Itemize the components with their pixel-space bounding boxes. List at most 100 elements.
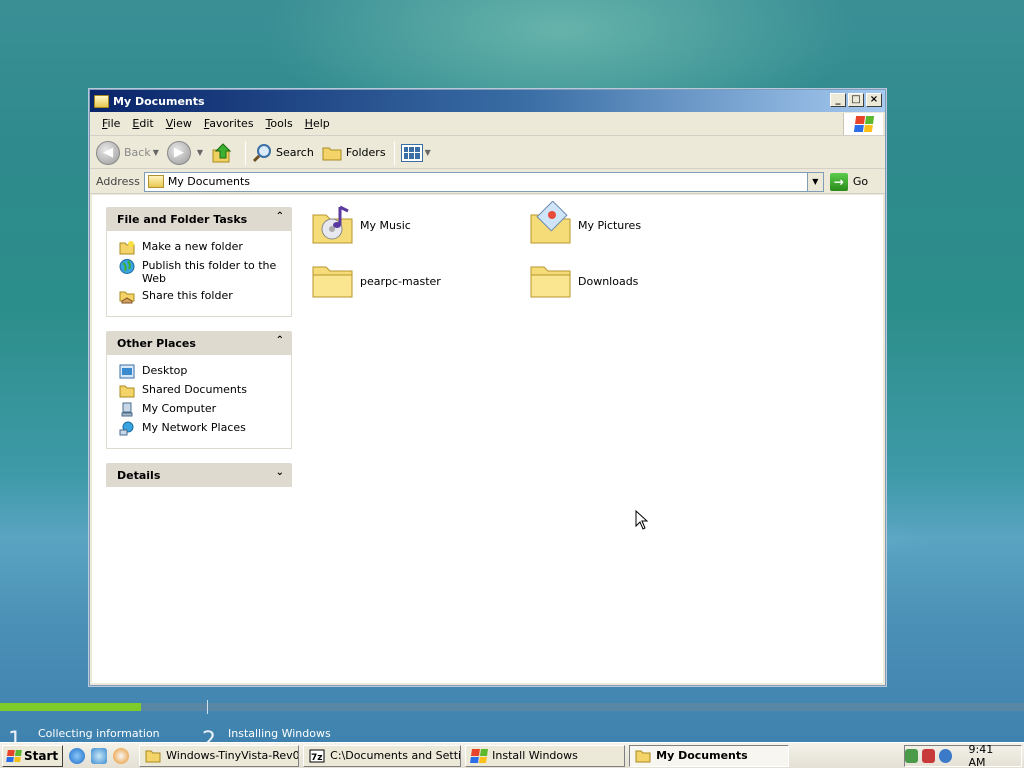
forward-arrow-icon: ▶: [166, 140, 191, 165]
7zip-icon: 7z: [309, 749, 325, 763]
menu-view[interactable]: View: [160, 117, 198, 130]
menu-favorites[interactable]: Favorites: [198, 117, 260, 130]
svg-text:7z: 7z: [311, 753, 323, 763]
close-button[interactable]: ×: [866, 93, 882, 107]
file-label: Downloads: [578, 274, 639, 288]
forward-dropdown-icon[interactable]: ▼: [197, 148, 203, 157]
file-folder-tasks-header[interactable]: File and Folder Tasks ⌃: [106, 207, 292, 231]
folders-icon: [322, 147, 342, 160]
system-tray: 9:41 AM: [904, 743, 1022, 768]
file-downloads[interactable]: Downloads: [528, 257, 638, 305]
file-my-pictures[interactable]: My Pictures: [528, 201, 641, 249]
file-label: My Pictures: [578, 218, 642, 232]
place-my-network-places[interactable]: My Network Places: [119, 421, 285, 436]
file-label: My Music: [360, 218, 411, 232]
minimize-button[interactable]: _: [830, 93, 846, 107]
pictures-folder-icon: [530, 201, 571, 244]
taskbar-button-tinyvista[interactable]: Windows-TinyVista-Rev0...: [139, 744, 300, 767]
place-label: My Network Places: [142, 421, 246, 434]
place-label: Shared Documents: [142, 383, 247, 396]
security-shield-icon[interactable]: [922, 749, 936, 763]
panel-title: Details: [117, 468, 161, 482]
internet-explorer-icon[interactable]: [69, 747, 86, 764]
taskbar-button-label: Windows-TinyVista-Rev0...: [166, 749, 300, 762]
taskbar-button-my-documents[interactable]: My Documents: [629, 744, 790, 767]
toolbar-separator: [393, 140, 395, 165]
menu-bar: File Edit View Favorites Tools Help: [90, 112, 885, 136]
expand-chevron-icon[interactable]: ⌄: [276, 467, 284, 478]
folder-icon: [119, 385, 135, 398]
search-icon: [252, 143, 272, 162]
computer-icon: [121, 402, 133, 417]
folder-content: File and Folder Tasks ⌃ Make a new folde…: [92, 195, 883, 683]
folders-label: Folders: [345, 146, 386, 159]
media-player-icon[interactable]: [113, 747, 130, 764]
views-icon: [400, 143, 423, 162]
collapse-chevron-icon[interactable]: ⌃: [276, 211, 284, 222]
views-dropdown-icon[interactable]: ▼: [425, 148, 431, 157]
standard-toolbar: ◀ Back ▼ ▶ ▼ Search Folders ▼: [90, 137, 885, 169]
window-controls: _ □ ×: [830, 93, 882, 107]
clock: 9:41 AM: [968, 743, 994, 768]
task-share-folder[interactable]: Share this folder: [119, 289, 285, 304]
menu-tools[interactable]: Tools: [260, 117, 299, 130]
globe-tray-icon[interactable]: [939, 749, 953, 763]
folder-icon: [147, 175, 164, 188]
network-tray-icon[interactable]: [905, 749, 919, 763]
back-label: Back: [124, 146, 151, 159]
place-my-computer[interactable]: My Computer: [119, 402, 285, 417]
panel-title: File and Folder Tasks: [117, 212, 248, 226]
show-desktop-icon[interactable]: [91, 747, 108, 764]
folder-icon: [94, 94, 109, 108]
toolbar-separator: [245, 140, 247, 165]
back-arrow-icon: ◀: [96, 140, 120, 165]
step-2-text: Installing Windows: [228, 727, 331, 740]
file-my-music[interactable]: My Music: [310, 201, 411, 249]
address-label: Address: [96, 175, 140, 188]
menu-edit[interactable]: Edit: [126, 117, 159, 130]
go-button[interactable]: → Go: [829, 172, 869, 191]
go-arrow-icon: →: [829, 172, 848, 191]
title-bar[interactable]: My Documents _ □ ×: [90, 90, 885, 112]
task-label: Share this folder: [142, 289, 233, 302]
menu-help[interactable]: Help: [299, 117, 336, 130]
task-publish-to-web[interactable]: Publish this folder to the Web: [119, 259, 285, 285]
windows-flag-icon: [853, 116, 874, 132]
progress-divider: [207, 700, 208, 714]
other-places-header[interactable]: Other Places ⌃: [106, 331, 292, 355]
setup-progress-fill: [0, 703, 141, 711]
folders-button[interactable]: Folders: [322, 145, 386, 161]
music-folder-icon: [312, 205, 353, 244]
file-pearpc-master[interactable]: pearpc-master: [310, 257, 441, 305]
address-bar: Address My Documents ▼ → Go: [90, 170, 885, 194]
details-panel: Details ⌄: [106, 463, 292, 487]
place-shared-documents[interactable]: Shared Documents: [119, 383, 285, 398]
collapse-chevron-icon[interactable]: ⌃: [276, 335, 284, 346]
explorer-window: My Documents _ □ × File Edit View Favori…: [89, 89, 886, 686]
start-button[interactable]: Start: [2, 744, 64, 767]
up-button[interactable]: [211, 142, 237, 164]
taskbar-button-label: C:\Documents and Settin...: [330, 749, 462, 762]
back-button[interactable]: ◀ Back ▼: [96, 140, 159, 165]
folder-icon: [635, 750, 651, 762]
taskbar-button-install-windows[interactable]: Install Windows: [465, 744, 626, 767]
menu-file[interactable]: File: [96, 117, 126, 130]
other-places-panel: Other Places ⌃ Desktop Shared Documents …: [106, 331, 292, 449]
taskbar-button-7zip[interactable]: 7z C:\Documents and Settin...: [303, 744, 462, 767]
task-label: Make a new folder: [142, 240, 243, 253]
address-input[interactable]: My Documents ▼: [143, 171, 824, 192]
task-make-new-folder[interactable]: Make a new folder: [119, 240, 285, 255]
search-button[interactable]: Search: [252, 143, 314, 163]
back-dropdown-icon[interactable]: ▼: [153, 148, 159, 157]
views-button[interactable]: ▼: [400, 143, 431, 162]
maximize-button[interactable]: □: [848, 93, 864, 107]
address-dropdown-icon[interactable]: ▼: [806, 172, 823, 191]
task-label: Publish this folder to the Web: [142, 259, 277, 285]
windows-flag-icon: [470, 748, 489, 763]
go-label: Go: [852, 175, 869, 188]
place-desktop[interactable]: Desktop: [119, 364, 285, 379]
details-header[interactable]: Details ⌄: [106, 463, 292, 487]
forward-button[interactable]: ▶ ▼: [166, 140, 203, 165]
desktop-icon: [119, 364, 135, 379]
file-label: pearpc-master: [360, 274, 441, 288]
